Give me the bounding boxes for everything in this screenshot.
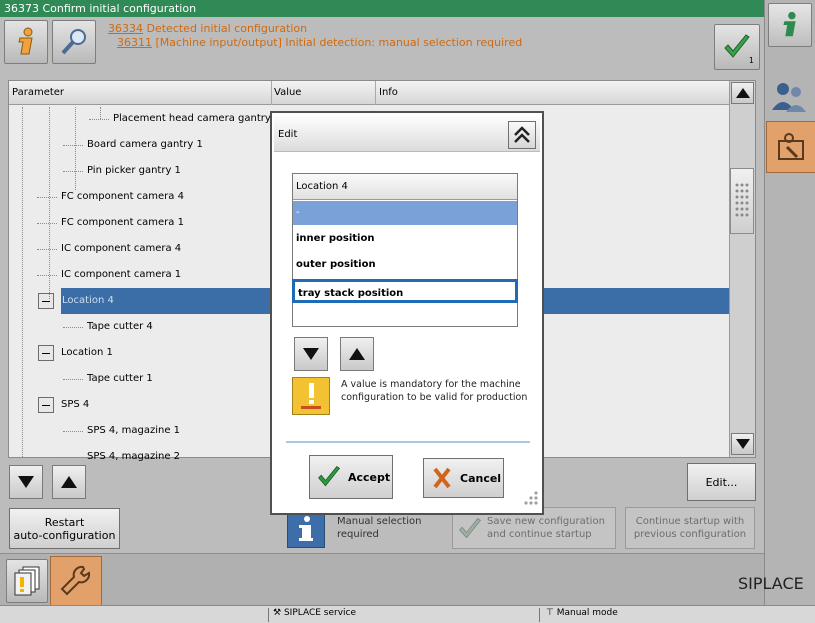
status-bar: ⚒ SIPLACE service ⊤ Manual mode [0, 605, 815, 623]
list-header: Location 4 [293, 174, 517, 200]
message-area: 36334 Detected initial configuration 363… [104, 18, 712, 74]
info-icon [18, 27, 33, 55]
arrow-down-icon [735, 439, 750, 449]
documents-button[interactable] [6, 559, 48, 603]
accept-button[interactable]: Accept [309, 455, 393, 499]
row-label: SPS 4 [61, 399, 90, 410]
row-label: SPS 4, magazine 2 [87, 451, 181, 462]
service-button[interactable] [50, 556, 102, 606]
double-chevron-up-icon [514, 126, 530, 143]
resize-grip-icon[interactable] [516, 485, 540, 509]
arrow-down-icon [303, 348, 319, 360]
option-down-button[interactable] [294, 337, 328, 371]
row-label: Location 4 [62, 295, 114, 306]
restart-autoconfig-button[interactable]: Restart auto-configuration [9, 508, 120, 549]
row-label: FC component camera 1 [61, 217, 184, 228]
scroll-down-button[interactable] [731, 433, 754, 455]
warning-text: A value is mandatory for the machine con… [341, 379, 528, 403]
service-tool-button[interactable] [766, 121, 815, 173]
dialog-titlebar: Edit [274, 116, 540, 152]
user-management-button[interactable] [769, 76, 811, 118]
users-icon [772, 83, 806, 112]
column-header-parameter[interactable]: Parameter [12, 87, 64, 98]
checkmark-icon [318, 466, 341, 487]
message-line-1: 36334 Detected initial configuration [108, 22, 308, 35]
row-label: SPS 4, magazine 1 [87, 425, 181, 436]
grip-dots-icon [735, 183, 749, 217]
window-title: 36373 Confirm initial configuration [0, 0, 764, 17]
column-header-info[interactable]: Info [379, 87, 398, 98]
manual-mode-icon: ⊤ [546, 608, 554, 618]
grid-scrollbar[interactable] [729, 81, 755, 457]
message-code-link[interactable]: 36334 [108, 22, 143, 35]
info-icon [783, 11, 796, 37]
edit-dialog: Edit Location 4 - inner position outer pos… [270, 111, 544, 515]
right-side-panel [764, 0, 815, 605]
status-bar-mode: ⊤ Manual mode [546, 608, 618, 618]
arrow-up-icon [735, 88, 750, 98]
status-info-icon [287, 510, 325, 548]
grid-header: Parameter Value Info [9, 81, 729, 105]
confirm-messages-button[interactable]: 1 [714, 24, 760, 70]
collapse-dialog-button[interactable] [508, 121, 536, 149]
wrench-icon [60, 565, 91, 596]
move-down-button[interactable] [9, 465, 43, 499]
row-label: IC component camera 1 [61, 269, 182, 280]
continue-previous-configuration-button[interactable]: Continue startup with previous configura… [625, 507, 755, 549]
move-up-button[interactable] [52, 465, 86, 499]
brand-logo-text: SIPLACE [738, 574, 804, 593]
row-label: Tape cutter 1 [87, 373, 153, 384]
service-icon: ⚒ [273, 608, 282, 618]
row-label: Location 1 [61, 347, 113, 358]
collapse-toggle-icon[interactable] [38, 397, 54, 413]
edit-button[interactable]: Edit... [687, 463, 756, 501]
message-line-2: 36311 [Machine input/output] Initial det… [117, 36, 523, 49]
wrench-person-icon [778, 133, 804, 160]
info-button[interactable] [4, 20, 48, 64]
message-code-link[interactable]: 36311 [117, 36, 152, 49]
bottom-toolbar [0, 553, 764, 606]
documents-icon [14, 566, 40, 596]
collapse-toggle-icon[interactable] [38, 345, 54, 361]
list-item[interactable]: - [293, 201, 517, 225]
arrow-up-icon [61, 476, 77, 488]
list-item[interactable]: inner position [293, 227, 517, 251]
option-up-button[interactable] [340, 337, 374, 371]
scroll-up-button[interactable] [731, 82, 754, 104]
row-label: Board camera gantry 1 [87, 139, 203, 150]
cancel-x-icon [433, 467, 451, 489]
dialog-divider [286, 441, 530, 443]
magnifier-icon [61, 29, 86, 55]
dialog-title: Edit [278, 129, 298, 140]
row-label: FC component camera 4 [61, 191, 184, 202]
row-label: Tape cutter 4 [87, 321, 153, 332]
list-item[interactable]: outer position [293, 253, 517, 277]
cancel-button[interactable]: Cancel [423, 458, 504, 498]
row-label: Pin picker gantry 1 [87, 165, 181, 176]
list-item[interactable]: tray stack position [292, 279, 518, 303]
checkmark-icon [459, 518, 482, 539]
grid-resize-handle[interactable] [730, 168, 754, 234]
arrow-down-icon [18, 476, 34, 488]
warning-icon [292, 377, 330, 415]
row-label: Placement head camera gantry 1 [113, 113, 281, 124]
column-header-value[interactable]: Value [274, 87, 301, 98]
confirm-count: 1 [748, 56, 754, 65]
status-bar-service: ⚒ SIPLACE service [268, 608, 540, 622]
help-search-button[interactable] [52, 20, 96, 64]
arrow-up-icon [349, 348, 365, 360]
machine-info-button[interactable] [768, 3, 812, 47]
status-text: Manual selection required [337, 516, 422, 540]
checkmark-icon [724, 34, 750, 58]
collapse-toggle-icon[interactable] [38, 293, 54, 309]
row-label: IC component camera 4 [61, 243, 182, 254]
location-options-list[interactable]: Location 4 - inner position outer position… [292, 173, 518, 327]
